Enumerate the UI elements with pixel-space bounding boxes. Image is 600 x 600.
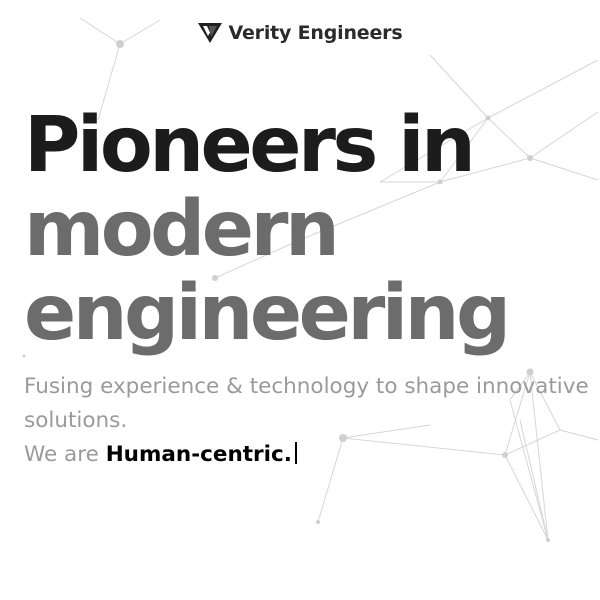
brand-name: Verity Engineers <box>228 22 403 44</box>
typed-word: Human-centric. <box>105 442 292 467</box>
tagline-line-2: solutions. <box>24 408 128 433</box>
landing-page: Verity Engineers Pioneers in modern engi… <box>0 0 600 600</box>
tagline-line-1: Fusing experience & technology to shape … <box>24 374 589 399</box>
hero-tagline: Fusing experience & technology to shape … <box>24 370 600 472</box>
typed-line: We are Human-centric. <box>24 438 600 472</box>
headline-line-3: engineering <box>24 269 511 358</box>
brand-header[interactable]: Verity Engineers <box>0 22 600 44</box>
typed-prefix: We are <box>24 442 99 467</box>
typing-cursor <box>294 442 297 464</box>
v-logo-icon <box>197 23 222 43</box>
headline-line-1: Pioneers in <box>24 101 476 190</box>
headline-line-2: modern <box>24 185 340 274</box>
hero-headline: Pioneers in modern engineering <box>24 101 511 358</box>
